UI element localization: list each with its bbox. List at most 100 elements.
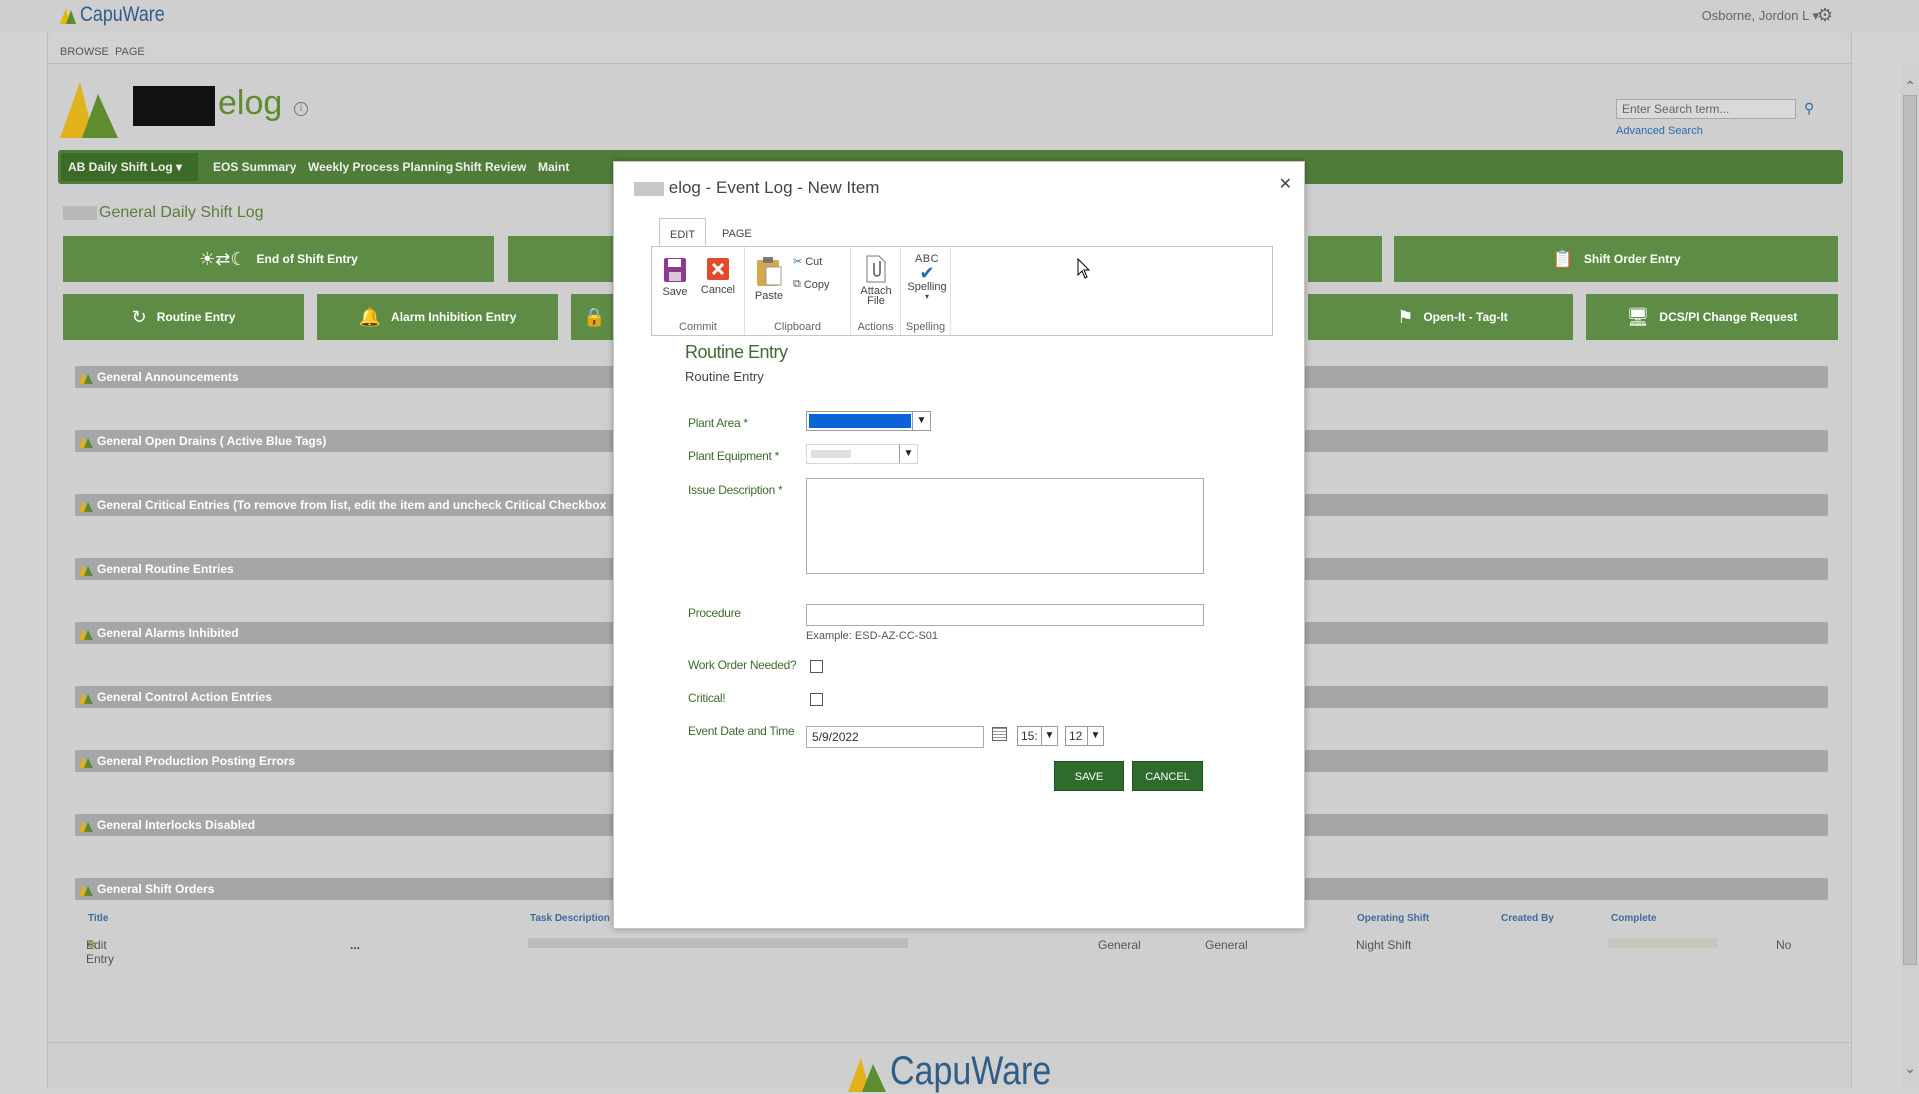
row-ellipsis-menu[interactable]: ...	[350, 938, 360, 952]
capuware-logo-icon	[79, 436, 93, 448]
copy-icon: ⧉	[793, 278, 801, 290]
scroll-up-icon[interactable]: ⌃	[1904, 78, 1916, 95]
save-button[interactable]: SAVE	[1054, 761, 1124, 791]
tab-edit[interactable]: EDIT	[659, 218, 707, 246]
hidden-entry-button[interactable]	[508, 236, 618, 282]
paste-button[interactable]: Paste	[751, 257, 787, 302]
column-header-created-by[interactable]: Created By	[1501, 913, 1554, 924]
button-label: Routine Entry	[156, 310, 236, 324]
clock-icon: ↻	[131, 306, 147, 327]
calendar-icon[interactable]	[992, 727, 1007, 741]
hour-select[interactable]: 15: ▼	[1017, 726, 1058, 746]
button-label: Alarm Inhibition Entry	[391, 310, 517, 324]
column-header-title[interactable]: Title	[88, 913, 108, 924]
plant-area-selected-value	[809, 414, 911, 428]
chevron-down-icon[interactable]: ▼	[912, 412, 930, 430]
scroll-down-icon[interactable]: ⌄	[1904, 1060, 1916, 1077]
advanced-search-link[interactable]: Advanced Search	[1616, 125, 1703, 137]
issue-description-textarea[interactable]	[806, 478, 1204, 574]
column-header-task-description[interactable]: Task Description	[530, 913, 610, 924]
spelling-button[interactable]: ABC ✔ Spelling ▾	[905, 253, 949, 301]
minute-select[interactable]: 12 ▼	[1065, 726, 1104, 746]
alarm-inhibition-entry-button[interactable]: 🔔 Alarm Inhibition Entry	[317, 294, 558, 340]
checkmark-icon: ✔	[919, 263, 935, 283]
critical-checkbox[interactable]	[810, 693, 823, 706]
copy-button[interactable]: ⧉ Copy	[793, 278, 830, 291]
capuware-logo-icon	[848, 1057, 886, 1092]
close-icon[interactable]: ✕	[1279, 174, 1292, 194]
site-title[interactable]: elog	[218, 84, 282, 123]
button-label: Open-It - Tag-It	[1423, 310, 1508, 324]
chevron-down-icon[interactable]: ▼	[1041, 727, 1057, 745]
minute-value: 12	[1069, 729, 1083, 743]
cancel-icon	[707, 258, 729, 280]
new-item-dialog: elog - Event Log - New Item ✕ EDIT PAGE …	[613, 161, 1305, 929]
capuware-logo-icon	[79, 372, 93, 384]
issue-description-label: Issue Description *	[688, 483, 783, 497]
cut-label: Cut	[805, 255, 823, 268]
hidden-entry-button-2[interactable]	[1308, 236, 1382, 282]
event-date-input[interactable]: 5/9/2022	[806, 726, 984, 748]
section-title: General Open Drains ( Active Blue Tags)	[97, 434, 327, 448]
row-operating-shift: Night Shift	[1356, 938, 1412, 952]
hour-value: 15:	[1021, 729, 1038, 743]
chevron-down-icon: ▾	[924, 292, 929, 301]
capuware-logo-icon	[79, 692, 93, 704]
nav-item-maintenance[interactable]: Maint	[538, 160, 569, 174]
chevron-down-icon[interactable]: ▼	[899, 445, 917, 463]
section-title: General Shift Orders	[97, 882, 215, 896]
redacted-text	[811, 450, 851, 458]
dialog-title: elog - Event Log - New Item	[634, 178, 879, 198]
clipboard-icon: 📋	[1551, 248, 1574, 269]
form-subheading: Routine Entry	[685, 369, 764, 384]
ribbon-group-actions: Attach File Actions	[851, 247, 901, 335]
redacted-text	[63, 205, 97, 220]
procedure-input[interactable]	[806, 604, 1204, 626]
plant-area-label: Plant Area *	[688, 416, 748, 430]
shift-order-entry-button[interactable]: 📋 Shift Order Entry	[1394, 236, 1838, 282]
save-label: Save	[662, 286, 688, 298]
new-item-icon: ✲	[86, 938, 97, 952]
column-header-operating-shift[interactable]: Operating Shift	[1357, 913, 1429, 924]
user-menu[interactable]: Osborne, Jordon L ▾	[1702, 8, 1819, 24]
section-title: General Alarms Inhibited	[97, 626, 239, 640]
procedure-example-hint: Example: ESD-AZ-CC-S01	[806, 630, 939, 642]
section-title: General Routine Entries	[97, 562, 234, 576]
save-button[interactable]: Save	[660, 257, 690, 298]
plant-equipment-select[interactable]: ▼	[806, 444, 918, 464]
search-icon[interactable]: ⚲	[1804, 100, 1814, 117]
attach-file-button[interactable]: Attach File	[859, 255, 893, 307]
work-order-needed-label: Work Order Needed?	[688, 658, 797, 672]
cancel-button[interactable]: CANCEL	[1132, 761, 1203, 791]
lock-entry-button[interactable]: 🔒	[571, 294, 618, 340]
scrollbar-thumb[interactable]	[1903, 95, 1917, 965]
search-input[interactable]: Enter Search term...	[1616, 99, 1796, 119]
tab-page[interactable]: PAGE	[712, 218, 762, 246]
dcs-pi-change-request-button[interactable]: 🖥 DCS/PI Change Request	[1586, 294, 1838, 340]
page-ribbon-tabs: BROWSE PAGE	[48, 32, 1851, 64]
capuware-logo-icon	[79, 628, 93, 640]
tab-page[interactable]: PAGE	[115, 46, 145, 58]
cancel-button[interactable]: Cancel	[700, 257, 736, 296]
nav-item-shift-review[interactable]: Shift Review	[455, 160, 526, 174]
chevron-down-icon[interactable]: ▼	[1087, 727, 1103, 745]
plant-area-select[interactable]: ▼	[806, 411, 931, 431]
nav-item-weekly-process-planning[interactable]: Weekly Process Planning	[308, 160, 453, 174]
end-of-shift-entry-button[interactable]: ☀⇄☾ End of Shift Entry	[63, 236, 494, 282]
cut-button[interactable]: ✂ Cut	[793, 255, 823, 269]
nav-item-eos-summary[interactable]: EOS Summary	[213, 160, 296, 174]
routine-entry-button[interactable]: ↻ Routine Entry	[63, 294, 304, 340]
suite-bar: CapuWare Osborne, Jordon L ▾ ⚙	[0, 0, 1919, 32]
tab-browse[interactable]: BROWSE	[60, 46, 109, 58]
gear-icon[interactable]: ⚙	[1817, 5, 1833, 26]
nav-item-ab-daily-shift-log[interactable]: AB Daily Shift Log ▾	[68, 160, 182, 174]
alarm-icon: 🔔	[358, 306, 382, 327]
open-it-tag-it-button[interactable]: ⚑ Open-It - Tag-It	[1332, 294, 1573, 340]
section-title: General Critical Entries (To remove from…	[97, 498, 607, 512]
work-order-needed-checkbox[interactable]	[810, 660, 823, 673]
capuware-logo[interactable]: CapuWare	[60, 3, 180, 27]
info-icon[interactable]: i	[294, 102, 308, 116]
section-title: General Control Action Entries	[97, 690, 272, 704]
site-logo[interactable]	[60, 76, 118, 141]
column-header-complete[interactable]: Complete	[1611, 913, 1657, 924]
